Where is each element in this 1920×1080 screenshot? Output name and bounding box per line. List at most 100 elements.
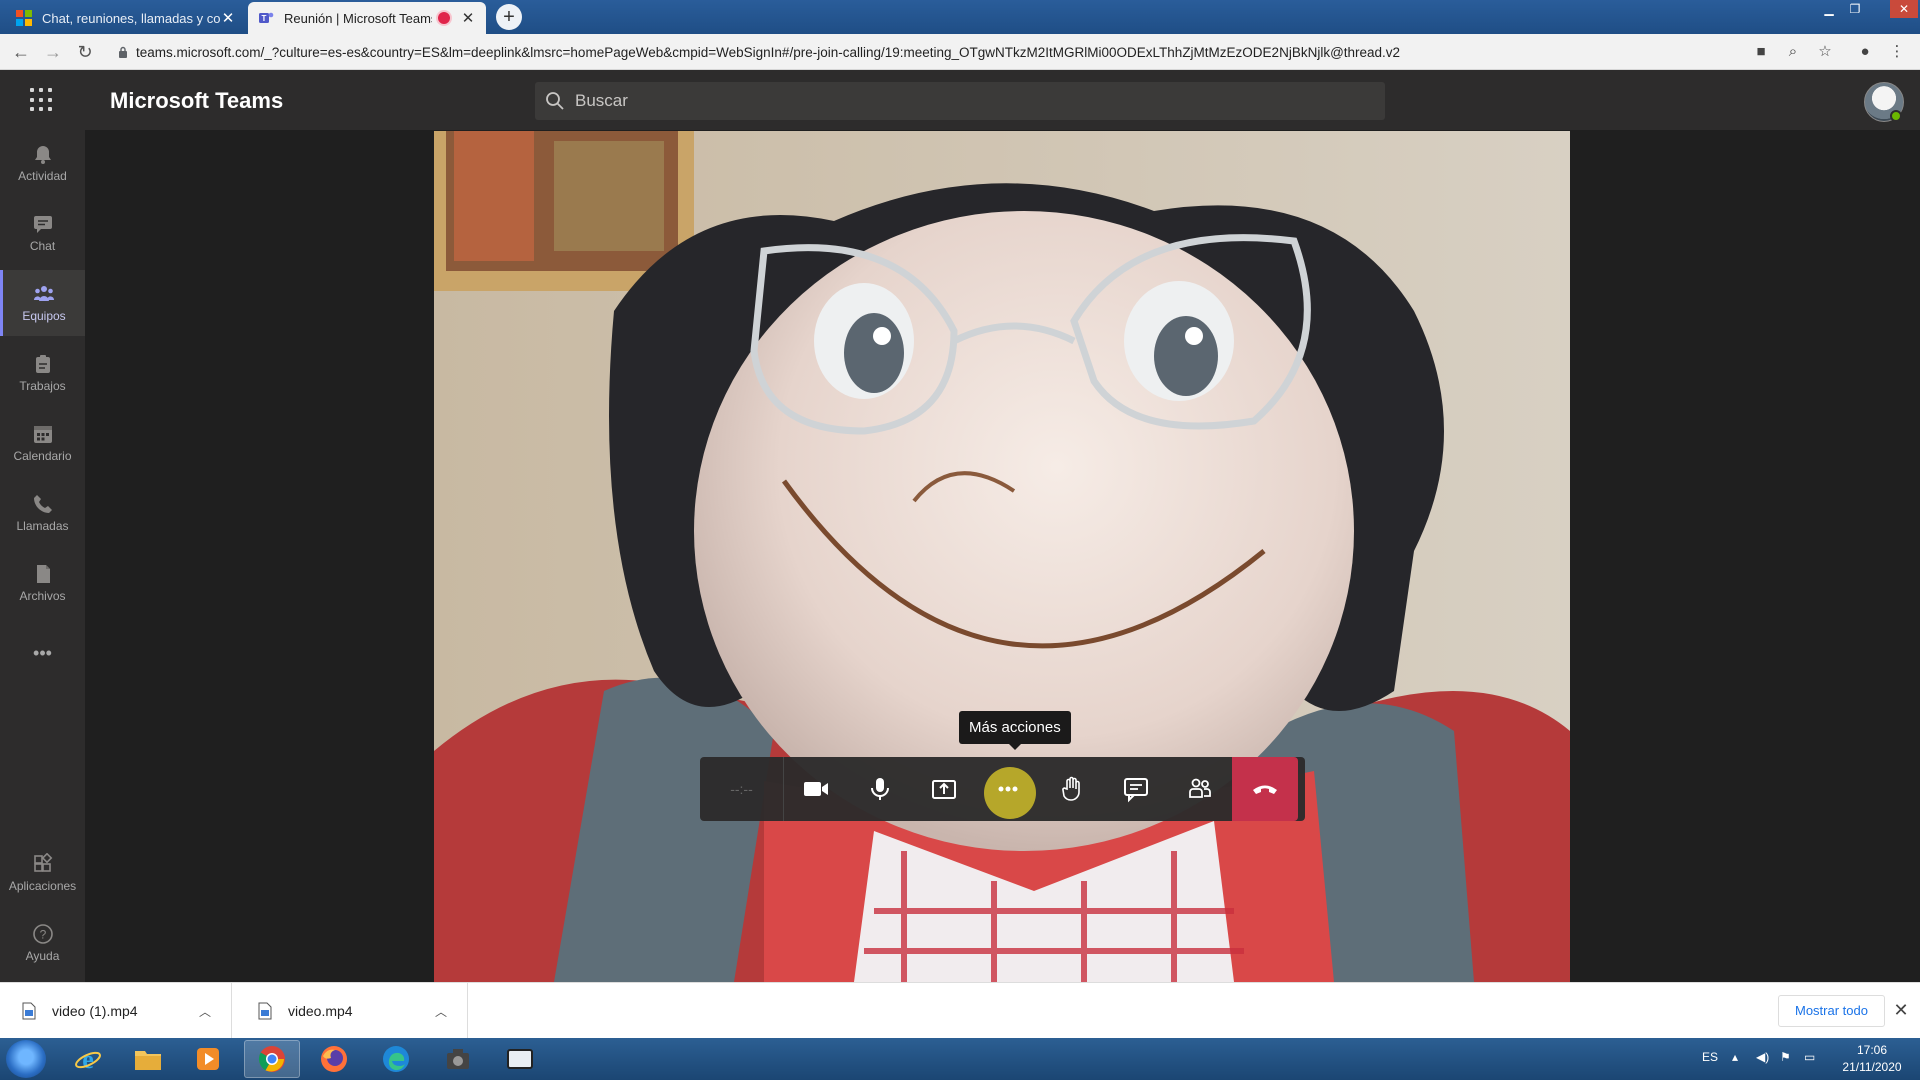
rail-item-label: Chat [29,239,56,253]
rail-item-aplicaciones[interactable]: Aplicaciones [0,840,85,906]
browser-menu-icon[interactable]: ⋮ [1888,43,1906,61]
bookmark-star-icon[interactable]: ☆ [1816,43,1834,61]
start-button[interactable] [6,1040,46,1078]
rail-item-equipos[interactable]: Equipos [0,270,85,336]
taskbar-window[interactable] [492,1040,548,1078]
window-close-icon[interactable]: ✕ [1890,0,1918,18]
firefox-icon [321,1046,347,1072]
mic-toggle-button[interactable] [848,757,912,821]
calendar-icon [33,426,52,443]
rail-item-archivos[interactable]: Archivos [0,550,85,616]
tab-close-icon[interactable]: ✕ [220,9,236,27]
rail-item-actividad[interactable]: Actividad [0,130,85,196]
teams-header: Microsoft Teams [0,70,1920,130]
bell-icon [34,146,51,164]
apps-icon [33,853,52,872]
rail-item-more[interactable]: ••• [0,620,85,686]
more-actions-button[interactable] [976,757,1040,821]
tab-close-icon[interactable]: ✕ [460,9,476,27]
rail-item-trabajos[interactable]: Trabajos [0,340,85,406]
status-available-icon [1890,110,1902,122]
edge-icon [383,1046,409,1072]
camera-icon [804,782,828,796]
show-participants-button[interactable] [1168,757,1232,821]
download-filename: video.mp4 [288,1003,353,1019]
app-launcher-icon[interactable] [30,88,54,112]
taskbar-internet-explorer[interactable]: e [60,1040,116,1078]
taskbar-chrome[interactable] [244,1040,300,1078]
mic-icon [871,778,889,800]
more-icon: ••• [33,642,52,663]
taskbar-media-player[interactable] [180,1040,236,1078]
video-file-icon [258,1002,272,1020]
system-clock[interactable]: 17:06 21/11/2020 [1832,1042,1912,1076]
help-icon: ? [32,924,53,944]
search-input[interactable] [575,91,1355,111]
app-rail: Actividad Chat Equipos Trabajos Calendar… [0,130,85,982]
url-field[interactable]: teams.microsoft.com/_?culture=es-es&coun… [118,38,1758,66]
microsoft-logo-icon [16,10,32,26]
window-restore-icon[interactable]: ❐ [1844,0,1866,18]
window-minimize-icon[interactable]: ▁ [1818,0,1840,18]
camera-toggle-button[interactable] [784,757,848,821]
profile-icon[interactable]: ● [1856,43,1874,61]
back-arrow-icon[interactable]: ← [10,41,32,63]
zoom-icon[interactable]: ⌕ [1784,43,1802,61]
taskbar-file-explorer[interactable] [120,1040,176,1078]
internet-explorer-icon: e [75,1045,101,1074]
clock-time: 17:06 [1856,1043,1888,1057]
show-chat-button[interactable] [1104,757,1168,821]
video-file-icon [22,1002,36,1020]
rail-item-label: Equipos [22,309,66,323]
camera-permission-icon[interactable]: ■ [1752,43,1770,61]
share-screen-button[interactable] [912,757,976,821]
phone-icon [33,495,52,513]
chevron-up-icon[interactable]: ︿ [199,1003,211,1020]
file-icon [36,565,50,583]
call-toolbar: --:-- [700,757,1305,821]
media-player-icon [197,1048,219,1070]
tab-label: Reunión | Microsoft Teams [284,10,432,26]
tray-expand-icon[interactable]: ▴ [1732,1050,1738,1064]
browser-tab-meeting[interactable]: T Reunión | Microsoft Teams ✕ [248,2,486,34]
rail-item-calendario[interactable]: Calendario [0,410,85,476]
reload-icon[interactable]: ↻ [74,41,96,63]
action-center-flag-icon[interactable]: ⚑ [1780,1050,1791,1064]
taskbar-edge[interactable] [368,1040,424,1078]
browser-tab-chat[interactable]: Chat, reuniones, llamadas y colab ✕ [6,2,246,34]
chevron-up-icon[interactable]: ︿ [435,1003,447,1020]
rail-item-label: Trabajos [19,379,66,393]
participant-video [434,131,1570,982]
downloads-bar: video (1).mp4 ︿ video.mp4 ︿ Mostrar todo… [0,982,1920,1039]
participants-icon [1189,778,1211,798]
language-indicator[interactable]: ES [1702,1050,1718,1064]
forward-arrow-icon[interactable]: → [42,41,64,63]
rail-item-label: Ayuda [25,949,60,963]
more-actions-icon [998,786,1018,792]
hang-up-icon [1253,785,1277,794]
volume-icon[interactable]: ◀) [1756,1050,1769,1064]
rail-item-label: Archivos [19,589,66,603]
taskbar-camera-app[interactable] [430,1040,486,1078]
assignments-icon [35,355,50,373]
download-item[interactable]: video (1).mp4 ︿ [0,983,232,1039]
search-box[interactable] [535,82,1385,120]
download-item[interactable]: video.mp4 ︿ [236,983,468,1039]
close-downloads-icon[interactable]: ✕ [1890,999,1912,1021]
rail-item-chat[interactable]: Chat [0,200,85,266]
rail-item-ayuda[interactable]: ? Ayuda [0,910,85,976]
hang-up-button[interactable] [1232,757,1298,821]
raise-hand-button[interactable] [1040,757,1104,821]
network-icon[interactable]: ▭ [1804,1050,1815,1064]
rail-item-label: Actividad [18,169,67,183]
search-icon [546,92,564,110]
chrome-icon [258,1046,285,1072]
url-text: teams.microsoft.com/_?culture=es-es&coun… [136,44,1401,60]
tooltip: Más acciones [959,711,1071,750]
folder-icon [135,1051,161,1070]
rail-item-llamadas[interactable]: Llamadas [0,480,85,546]
recording-indicator-icon [438,12,450,24]
new-tab-button[interactable]: + [496,4,522,30]
taskbar-firefox[interactable] [306,1040,362,1078]
show-all-downloads-button[interactable]: Mostrar todo [1778,995,1885,1027]
